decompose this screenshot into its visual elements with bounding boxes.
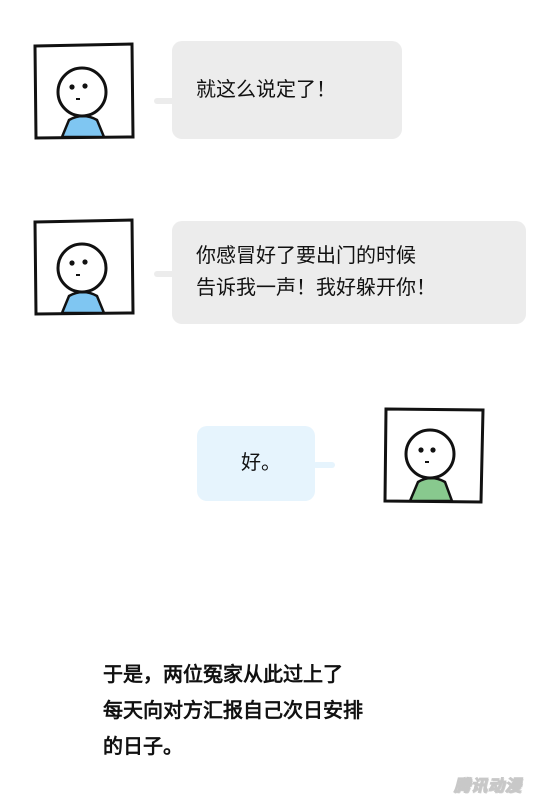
avatar-right [383, 407, 485, 504]
speech-bubble-2: 你感冒好了要出门的时候 告诉我一声！我好躲开你！ [172, 221, 526, 324]
narration-line: 于是，两位冤家从此过上了 [103, 662, 343, 686]
shirt-icon [60, 114, 106, 139]
speech-bubble-3: 好。 [197, 426, 315, 501]
avatar-left-1 [33, 42, 135, 140]
bubble-tail [313, 462, 335, 468]
bubble-text-line: 你感冒好了要出门的时候 [196, 243, 416, 267]
bubble-text-line: 就这么说定了！ [196, 77, 336, 101]
narration-line: 的日子。 [103, 734, 183, 758]
avatar-left-2 [33, 218, 135, 316]
narration-text: 于是，两位冤家从此过上了 每天向对方汇报自己次日安排 的日子。 [103, 656, 363, 764]
speech-bubble-1: 就这么说定了！ [172, 41, 402, 139]
bubble-text-line: 告诉我一声！我好躲开你！ [196, 275, 436, 299]
watermark-logo: 腾讯动漫 [453, 776, 522, 796]
narration-line: 每天向对方汇报自己次日安排 [103, 698, 363, 722]
bubble-text-line: 好。 [241, 450, 281, 474]
shirt-icon [60, 290, 106, 315]
